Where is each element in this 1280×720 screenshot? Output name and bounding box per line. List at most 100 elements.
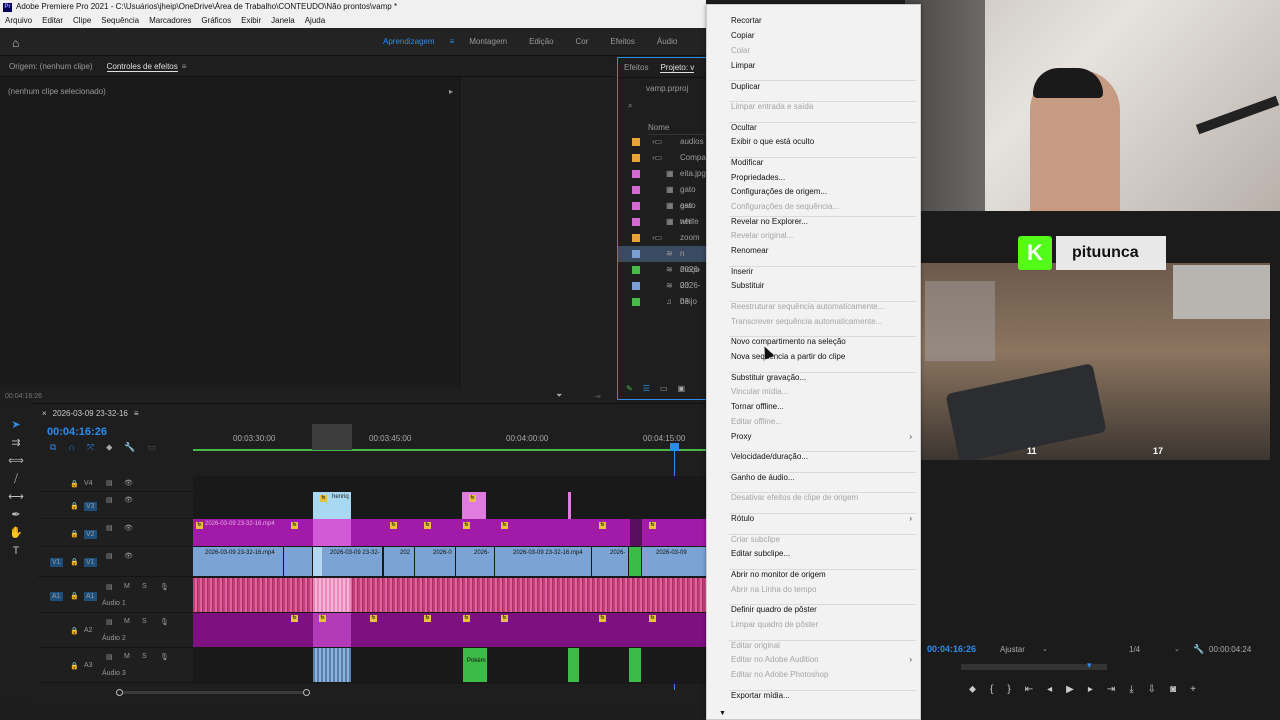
context-menu-item[interactable]: Proxy — [731, 430, 751, 444]
tab-project[interactable]: Projeto: v — [660, 63, 695, 73]
filter-icon[interactable]: ⏷ — [556, 391, 562, 401]
solo-button[interactable]: S — [142, 618, 147, 625]
overwrite-icon[interactable]: ⇩ — [1148, 684, 1156, 695]
clip-v1[interactable] — [284, 547, 312, 576]
list-item[interactable]: ≋ 2026-03 — [618, 278, 706, 306]
sequence-tab[interactable]: 2026-03-09 23-32-16 — [53, 409, 128, 418]
workspace-tab-cor[interactable]: Cor — [565, 28, 600, 56]
menu-janela[interactable]: Janela — [271, 14, 295, 28]
playhead-handle[interactable] — [670, 443, 679, 451]
marker-icon[interactable]: ⬥ — [106, 442, 112, 453]
menu-ajuda[interactable]: Ajuda — [305, 14, 325, 28]
workspace-tab-aprendizagem[interactable]: Aprendizagem — [372, 28, 446, 56]
program-timecode[interactable]: 00:04:16:26 — [927, 644, 976, 654]
add-button-icon[interactable]: + — [1190, 684, 1196, 695]
lock-icon[interactable]: 🔒 — [70, 592, 79, 600]
context-menu-item[interactable]: Velocidade/duração... — [731, 450, 808, 464]
workspace-tab-edicao[interactable]: Edição — [518, 28, 564, 56]
film-icon[interactable]: ▤ — [106, 479, 113, 487]
context-menu-item[interactable]: Novo compartimento na seleção — [731, 335, 846, 349]
context-menu-item[interactable]: Nova sequência a partir do clipe — [731, 350, 845, 364]
clip-v1[interactable]: 2026-0 — [415, 547, 455, 576]
chevron-down-icon[interactable]: ⌄ — [1174, 645, 1180, 653]
mark-in-icon[interactable]: { — [990, 684, 993, 695]
lock-icon[interactable]: 🔒 — [70, 502, 79, 510]
zoom-handle-left[interactable] — [116, 689, 123, 696]
film-icon[interactable]: ▤ — [106, 618, 113, 626]
panel-menu-icon[interactable]: ≡ — [182, 62, 187, 71]
list-item[interactable]: ≋ 2026-03 — [618, 262, 706, 290]
menu-clipe[interactable]: Clipe — [73, 14, 91, 28]
context-menu-item[interactable]: Propriedades... — [731, 171, 785, 185]
panel-menu-icon[interactable]: ≡ — [134, 409, 139, 418]
clip-marker[interactable] — [568, 492, 571, 519]
icon-view-icon[interactable]: ▭ — [660, 384, 668, 393]
clip-a3-green[interactable]: Pokém — [463, 648, 487, 682]
context-menu-item[interactable]: Substituir gravação... — [731, 371, 806, 385]
context-menu-item[interactable]: Renomear — [731, 244, 768, 258]
context-menu-item[interactable]: Exibir o que está oculto — [731, 135, 814, 149]
list-view-icon[interactable]: ☰ — [643, 384, 650, 393]
mute-button[interactable]: M — [124, 583, 130, 590]
film-icon[interactable]: ▤ — [106, 583, 113, 591]
slip-tool-icon[interactable]: ⟷ — [0, 488, 32, 506]
play-icon[interactable]: ▶ — [1066, 684, 1074, 695]
lock-icon[interactable]: 🔒 — [70, 558, 79, 566]
clip-a1-audio[interactable] — [193, 578, 706, 612]
menu-editar[interactable]: Editar — [42, 14, 63, 28]
tab-source-monitor[interactable]: Origem: (nenhum clipe) — [9, 62, 93, 71]
mic-icon[interactable]: 🎙 — [160, 583, 169, 591]
mic-icon[interactable]: 🎙 — [160, 653, 169, 661]
context-menu-item[interactable]: Limpar — [731, 59, 755, 73]
tab-effects[interactable]: Efeitos — [624, 63, 648, 72]
menu-exibir[interactable]: Exibir — [241, 14, 261, 28]
selection-tool-icon[interactable]: ➤ — [0, 416, 32, 434]
eye-icon[interactable]: 👁 — [124, 524, 133, 532]
step-forward-icon[interactable]: ▸ — [1088, 684, 1093, 695]
list-item[interactable]: ▦ gato ass — [618, 182, 706, 210]
tab-effect-controls[interactable]: Controles de efeitos — [106, 62, 178, 72]
clip-v1[interactable]: 2026- — [456, 547, 494, 576]
chevron-down-icon[interactable]: ⌄ — [1042, 645, 1048, 653]
work-area-bar[interactable] — [193, 449, 706, 451]
context-menu-item[interactable]: Copiar — [731, 29, 755, 43]
wrench-icon[interactable]: 🔧 — [1193, 644, 1204, 655]
export-frame-icon[interactable]: ◙ — [1170, 684, 1176, 695]
clip-a3-green[interactable] — [629, 648, 641, 682]
context-menu-item[interactable]: Exportar mídia... — [731, 689, 790, 703]
mark-out-icon[interactable]: } — [1007, 684, 1010, 695]
context-menu-item[interactable]: Editar subclipe... — [731, 547, 790, 561]
context-menu-item[interactable]: Rótulo — [731, 512, 754, 526]
lock-icon[interactable]: 🔒 — [70, 480, 79, 488]
snap-icon[interactable]: ∩ — [68, 442, 74, 453]
program-scrub-bar[interactable] — [961, 664, 1107, 670]
go-to-in-icon[interactable]: ⇤ — [1025, 684, 1033, 695]
expand-arrow-icon[interactable]: ▸ — [449, 87, 453, 96]
film-icon[interactable]: ▤ — [106, 653, 113, 661]
clip-henriq[interactable]: fx henriq — [313, 492, 351, 519]
mute-button[interactable]: M — [124, 653, 130, 660]
time-ruler[interactable]: 00:03:30:00 00:03:45:00 00:04:00:00 00:0… — [193, 424, 706, 451]
linked-selection-icon[interactable]: ⤧ — [87, 442, 94, 453]
list-item[interactable]: ›▭ audios — [618, 134, 706, 150]
pen-tool-icon[interactable]: ✒ — [0, 506, 32, 524]
track-label[interactable]: V1 — [84, 558, 97, 567]
home-icon[interactable]: ⌂ — [12, 36, 19, 50]
nest-icon[interactable]: ⧉ — [50, 442, 56, 453]
menu-marcadores[interactable]: Marcadores — [149, 14, 191, 28]
pencil-icon[interactable]: ✎ — [626, 384, 633, 393]
film-icon[interactable]: ▤ — [106, 552, 113, 560]
add-marker-icon[interactable]: ⬥ — [969, 684, 976, 695]
freeform-view-icon[interactable]: ▣ — [677, 384, 685, 393]
context-menu-item[interactable]: Substituir — [731, 279, 764, 293]
clip-v1[interactable]: 202 — [384, 547, 414, 576]
chevron-down-icon[interactable]: ▼ — [719, 710, 726, 717]
clip-a3-audio[interactable] — [313, 648, 351, 682]
lock-icon[interactable]: 🔒 — [70, 627, 79, 635]
context-menu-item[interactable]: Tornar offline... — [731, 400, 784, 414]
captions-icon[interactable]: ▭ — [148, 442, 157, 453]
clip-a2-audio[interactable] — [193, 613, 706, 647]
razor-tool-icon[interactable]: ⧸ — [0, 470, 32, 488]
list-item[interactable]: ♫ beijo — [618, 294, 706, 310]
clip-v1-green[interactable] — [629, 547, 641, 576]
